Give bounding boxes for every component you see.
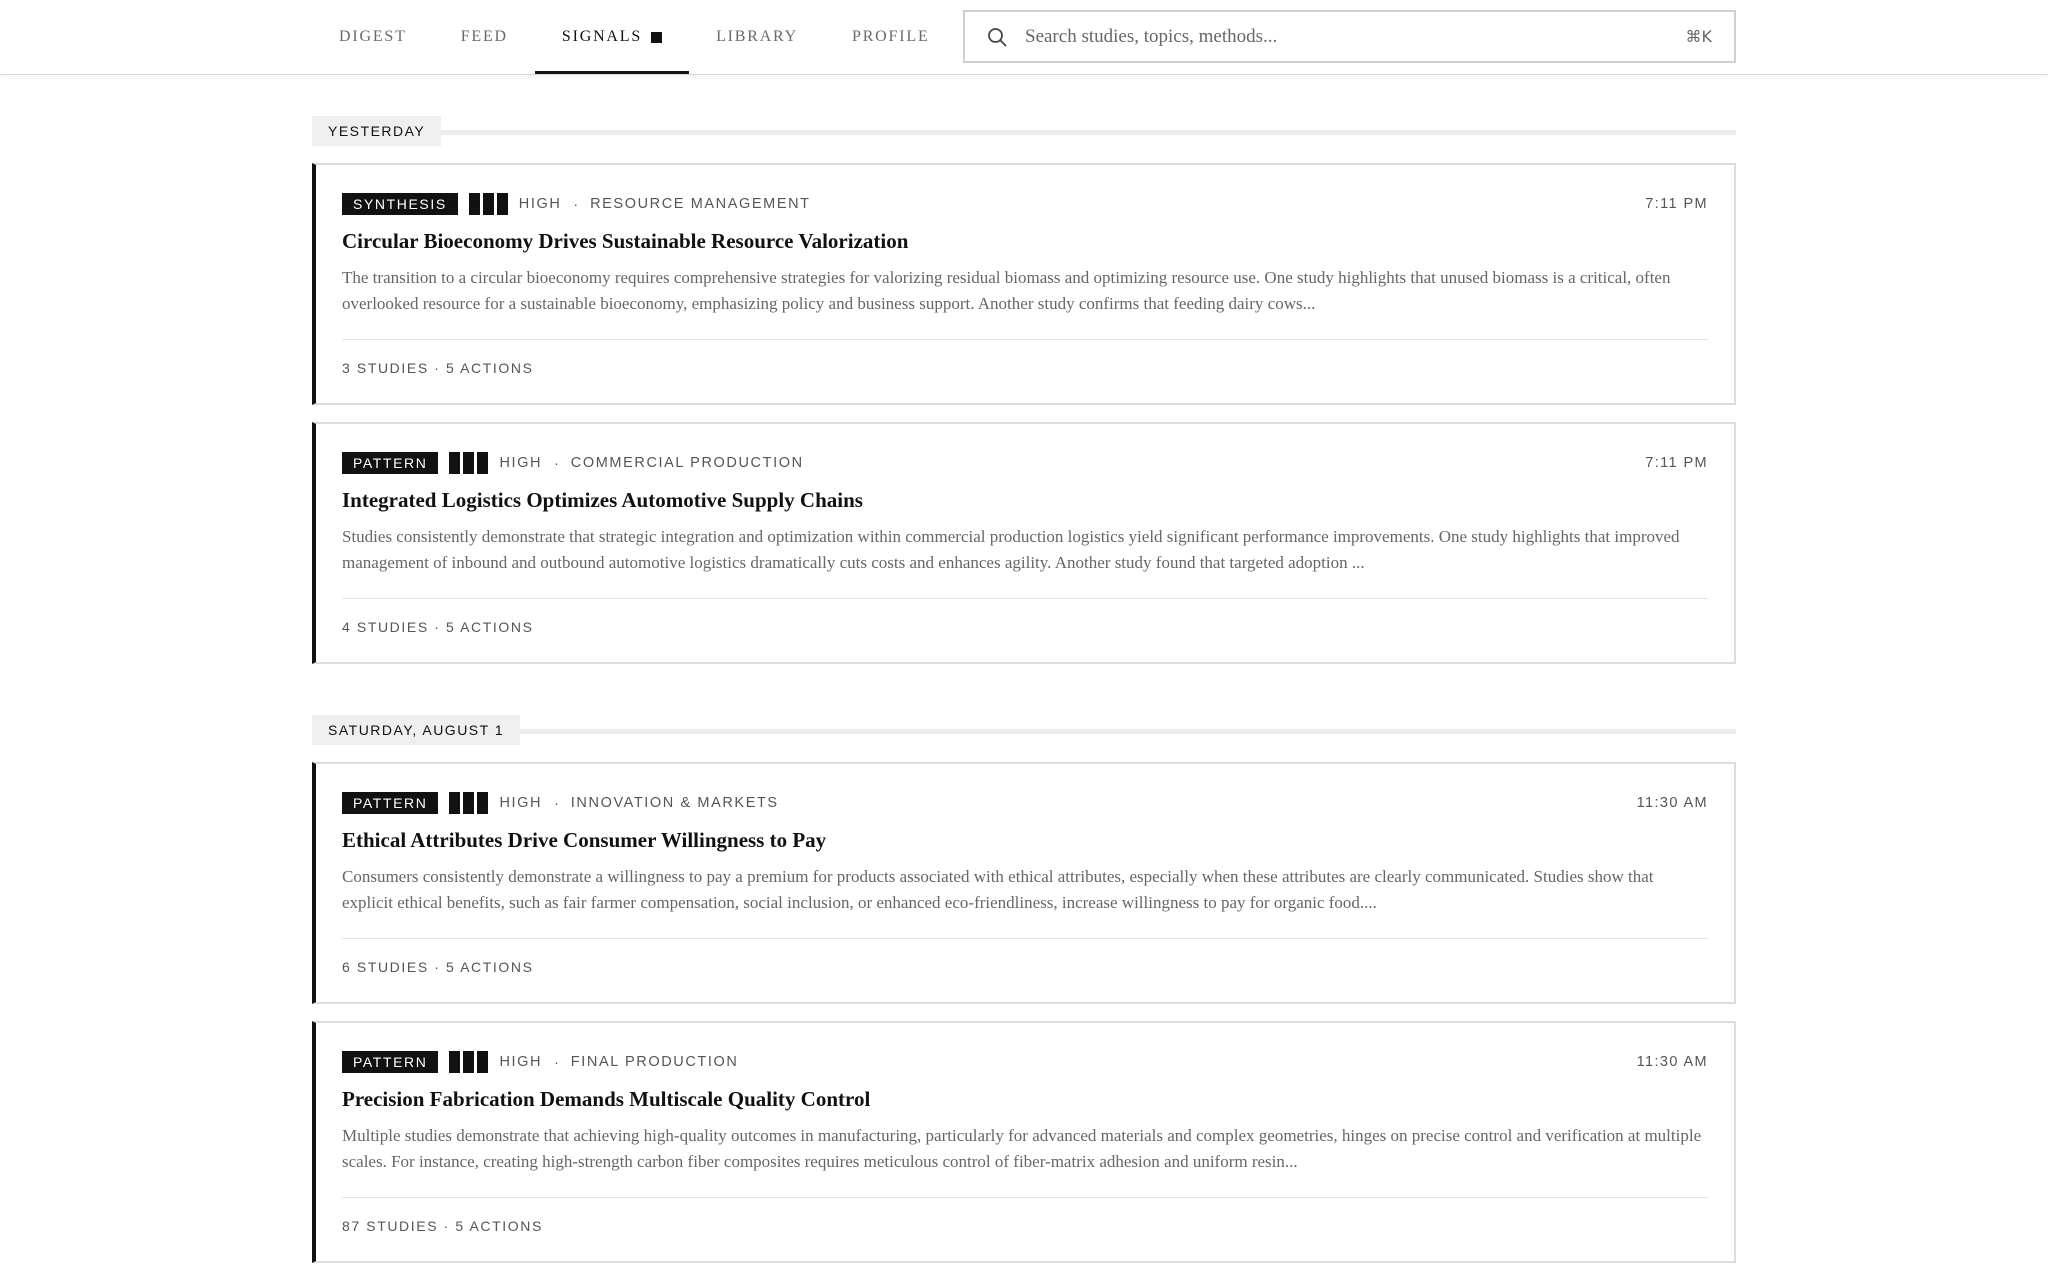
signal-card[interactable]: PATTERN HIGH · COMMERCIAL PRODUCTION 7:1… <box>312 422 1736 664</box>
confidence-bars-icon <box>449 452 489 474</box>
confidence-bars-icon <box>449 792 489 814</box>
confidence-label: HIGH <box>499 455 543 471</box>
card-meta-row: SYNTHESIS HIGH · RESOURCE MANAGEMENT 7:1… <box>342 193 1708 215</box>
tab-label: LIBRARY <box>716 28 799 45</box>
card-divider <box>342 598 1708 599</box>
separator-dot: · <box>554 1054 559 1070</box>
tab-label: PROFILE <box>852 28 930 45</box>
day-label: SATURDAY, AUGUST 1 <box>312 715 521 745</box>
signal-type-badge: PATTERN <box>342 452 439 474</box>
category-label: RESOURCE MANAGEMENT <box>590 196 811 212</box>
confidence-label: HIGH <box>499 1054 543 1070</box>
search-box[interactable]: ⌘K <box>963 10 1736 63</box>
card-title[interactable]: Circular Bioeconomy Drives Sustainable R… <box>342 229 1708 254</box>
day-header: SATURDAY, AUGUST 1 <box>312 715 1736 745</box>
separator-dot: · <box>554 795 559 811</box>
card-title[interactable]: Ethical Attributes Drive Consumer Willin… <box>342 828 1708 853</box>
day-group: YESTERDAY SYNTHESIS HIGH · RESOURCE MANA… <box>312 116 1736 664</box>
card-summary: Multiple studies demonstrate that achiev… <box>342 1126 1702 1171</box>
day-header: YESTERDAY <box>312 116 1736 146</box>
card-footer-counts: 4 STUDIES · 5 ACTIONS <box>342 619 534 635</box>
signal-type-badge: PATTERN <box>342 792 439 814</box>
card-title[interactable]: Precision Fabrication Demands Multiscale… <box>342 1087 1708 1112</box>
tab-label: SIGNALS <box>561 28 643 45</box>
signal-type-badge: SYNTHESIS <box>342 193 458 215</box>
signal-card[interactable]: PATTERN HIGH · INNOVATION & MARKETS 11:3… <box>312 762 1736 1004</box>
main-nav: DIGEST FEED SIGNALS LIBRARY PROFILE <box>312 0 957 74</box>
card-title[interactable]: Integrated Logistics Optimizes Automotiv… <box>342 488 1708 513</box>
timestamp: 11:30 AM <box>1636 795 1708 811</box>
separator-dot: · <box>573 196 579 212</box>
timestamp: 7:11 PM <box>1645 196 1708 212</box>
signals-feed: YESTERDAY SYNTHESIS HIGH · RESOURCE MANA… <box>312 74 1736 1263</box>
tab-digest[interactable]: DIGEST <box>312 0 434 74</box>
signal-card[interactable]: SYNTHESIS HIGH · RESOURCE MANAGEMENT 7:1… <box>312 163 1736 405</box>
timestamp: 11:30 AM <box>1636 1054 1708 1070</box>
separator-dot: · <box>554 455 559 471</box>
category-label: INNOVATION & MARKETS <box>570 795 779 811</box>
card-summary: The transition to a circular bioeconomy … <box>342 268 1671 313</box>
card-footer-counts: 3 STUDIES · 5 ACTIONS <box>342 360 534 376</box>
day-divider <box>312 729 1736 734</box>
signal-type-badge: PATTERN <box>342 1051 439 1073</box>
card-summary: Studies consistently demonstrate that st… <box>342 527 1680 572</box>
search-icon <box>988 27 1007 46</box>
card-divider <box>342 938 1708 939</box>
search-input[interactable] <box>1023 24 1686 49</box>
top-bar: DIGEST FEED SIGNALS LIBRARY PROFILE ⌘K <box>0 0 2048 75</box>
confidence-bars-icon <box>468 193 508 215</box>
tab-label: FEED <box>460 28 508 45</box>
confidence-bars-icon <box>449 1051 489 1073</box>
card-summary: Consumers consistently demonstrate a wil… <box>342 867 1654 912</box>
card-meta-row: PATTERN HIGH · INNOVATION & MARKETS 11:3… <box>342 792 1708 814</box>
keyboard-shortcut: ⌘K <box>1685 27 1713 46</box>
tab-library[interactable]: LIBRARY <box>689 0 825 74</box>
card-divider <box>342 1197 1708 1198</box>
card-meta-row: PATTERN HIGH · FINAL PRODUCTION 11:30 AM <box>342 1051 1708 1073</box>
tab-signals[interactable]: SIGNALS <box>534 0 690 74</box>
timestamp: 7:11 PM <box>1645 455 1708 471</box>
tab-feed[interactable]: FEED <box>434 0 535 74</box>
day-label: YESTERDAY <box>312 116 442 146</box>
card-meta-row: PATTERN HIGH · COMMERCIAL PRODUCTION 7:1… <box>342 452 1708 474</box>
day-divider <box>312 130 1736 135</box>
day-group: SATURDAY, AUGUST 1 PATTERN HIGH · INNOVA… <box>312 715 1736 1263</box>
tab-profile[interactable]: PROFILE <box>825 0 957 74</box>
confidence-label: HIGH <box>518 196 562 212</box>
category-label: FINAL PRODUCTION <box>570 1054 739 1070</box>
signal-card[interactable]: PATTERN HIGH · FINAL PRODUCTION 11:30 AM… <box>312 1021 1736 1263</box>
confidence-label: HIGH <box>499 795 543 811</box>
card-footer-counts: 6 STUDIES · 5 ACTIONS <box>342 959 534 975</box>
card-divider <box>342 339 1708 340</box>
card-footer-counts: 87 STUDIES · 5 ACTIONS <box>342 1218 543 1234</box>
active-indicator-icon <box>651 31 663 43</box>
tab-label: DIGEST <box>339 28 407 45</box>
category-label: COMMERCIAL PRODUCTION <box>570 455 804 471</box>
